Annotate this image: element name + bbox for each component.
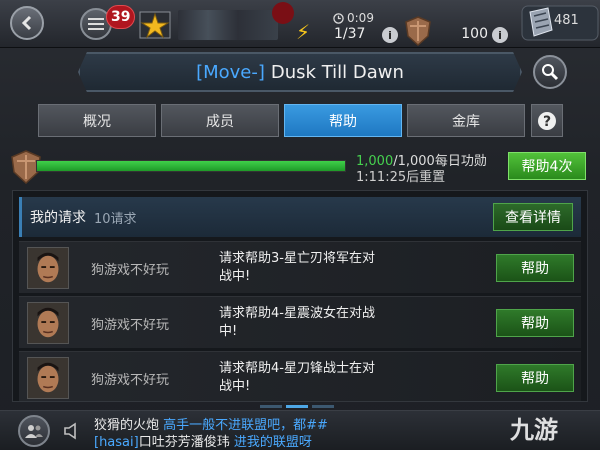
- shield-icon: [405, 16, 431, 46]
- chat-page-indicator: [260, 405, 334, 408]
- tab-help[interactable]: 帮助: [284, 104, 402, 137]
- back-arrow-icon: [21, 15, 32, 31]
- watermark-text: 九游: [510, 415, 558, 444]
- alliance-title-bar: [Move-] Dusk Till Dawn: [78, 52, 522, 92]
- info-icon[interactable]: i: [382, 27, 398, 43]
- requests-panel: 我的请求 10请求 查看详情 狗游戏不好玩 请求帮助3-星亡刃将军在对战中! 帮…: [12, 190, 588, 402]
- question-icon: ?: [538, 111, 556, 130]
- bolt-icon: ⚡: [296, 20, 311, 44]
- tab-members[interactable]: 成员: [161, 104, 279, 137]
- tab-overview[interactable]: 概况: [38, 104, 156, 137]
- chat-text: 进我的联盟呀: [233, 435, 312, 450]
- alliance-emblem-icon: [139, 11, 171, 39]
- chat-message-2: [hasai]口吐芬芳潘俊玮 进我的联盟呀: [94, 431, 312, 450]
- avatar: [27, 357, 69, 399]
- tab-vault[interactable]: 金库: [407, 104, 525, 137]
- crystal-count: 481: [554, 13, 579, 28]
- help-button[interactable]: 帮助: [496, 309, 574, 337]
- page-dot-active: [286, 405, 308, 408]
- requests-count: 10请求: [94, 211, 137, 227]
- watermark-logo: 九游: [510, 410, 558, 445]
- list-item: 狗游戏不好玩 请求帮助4-星震波女在对战中! 帮助: [19, 296, 581, 348]
- members-button[interactable]: [18, 415, 50, 447]
- timer-text: 0:09: [347, 11, 374, 25]
- alliance-banner-dot: [272, 2, 294, 24]
- alliance-tag: [Move-]: [196, 61, 265, 83]
- requester-name: 狗游戏不好玩: [91, 373, 170, 388]
- chat-alliance-tag: [hasai]: [94, 435, 139, 450]
- alliance-name-redacted: [178, 10, 278, 40]
- help-button[interactable]: 帮助: [496, 364, 574, 392]
- energy-timer: 0:09: [333, 11, 374, 25]
- speaker-icon[interactable]: [62, 421, 82, 441]
- requester-name: 狗游戏不好玩: [91, 263, 170, 278]
- alliance-points: 100: [461, 26, 488, 42]
- help-info-button[interactable]: ?: [531, 104, 563, 137]
- daily-progress-fill: [37, 161, 345, 171]
- search-button[interactable]: [533, 55, 567, 89]
- alliance-tabs: 概况 成员 帮助 金库: [38, 104, 525, 137]
- avatar: [27, 247, 69, 289]
- requester-name: 狗游戏不好玩: [91, 318, 170, 333]
- search-icon: [542, 64, 559, 81]
- request-list: 狗游戏不好玩 请求帮助3-星亡刃将军在对战中! 帮助 狗游戏不好玩 请求帮助4-…: [19, 241, 581, 401]
- page-dot: [260, 405, 282, 408]
- chat-user: 口吐芬芳潘俊玮: [138, 435, 230, 450]
- reset-timer: 1:11:25后重置: [356, 170, 446, 185]
- svg-text:?: ?: [543, 114, 551, 130]
- top-bar: 39 ⚡ 0:09 1/37 i 100 i 481: [0, 0, 600, 48]
- requests-title: 我的请求: [30, 210, 86, 226]
- list-item: 狗游戏不好玩 请求帮助4-星刀锋战士在对战中! 帮助: [19, 351, 581, 401]
- request-text: 请求帮助4-星刀锋战士在对战中!: [219, 361, 375, 394]
- notification-badge: 39: [106, 5, 136, 29]
- request-text: 请求帮助3-星亡刃将军在对战中!: [219, 251, 375, 284]
- help-all-button[interactable]: 帮助4次: [508, 152, 586, 180]
- view-details-button[interactable]: 查看详情: [493, 203, 573, 231]
- energy-value: 1/37: [334, 26, 366, 42]
- menu-icon: [88, 18, 104, 30]
- request-text: 请求帮助4-星震波女在对战中!: [219, 306, 375, 339]
- back-button[interactable]: [10, 6, 44, 40]
- daily-progress-bar: [36, 160, 346, 172]
- alliance-name: Dusk Till Dawn: [270, 61, 404, 83]
- info-icon[interactable]: i: [492, 27, 508, 43]
- clock-icon: [333, 12, 344, 24]
- alliance-help-screen: 39 ⚡ 0:09 1/37 i 100 i 481 [Move-] Dusk: [0, 0, 600, 450]
- help-button[interactable]: 帮助: [496, 254, 574, 282]
- avatar: [27, 302, 69, 344]
- page-dot: [312, 405, 334, 408]
- people-icon: [25, 425, 43, 438]
- list-item: 狗游戏不好玩 请求帮助3-星亡刃将军在对战中! 帮助: [19, 241, 581, 293]
- requests-header: 我的请求 10请求 查看详情: [19, 197, 581, 237]
